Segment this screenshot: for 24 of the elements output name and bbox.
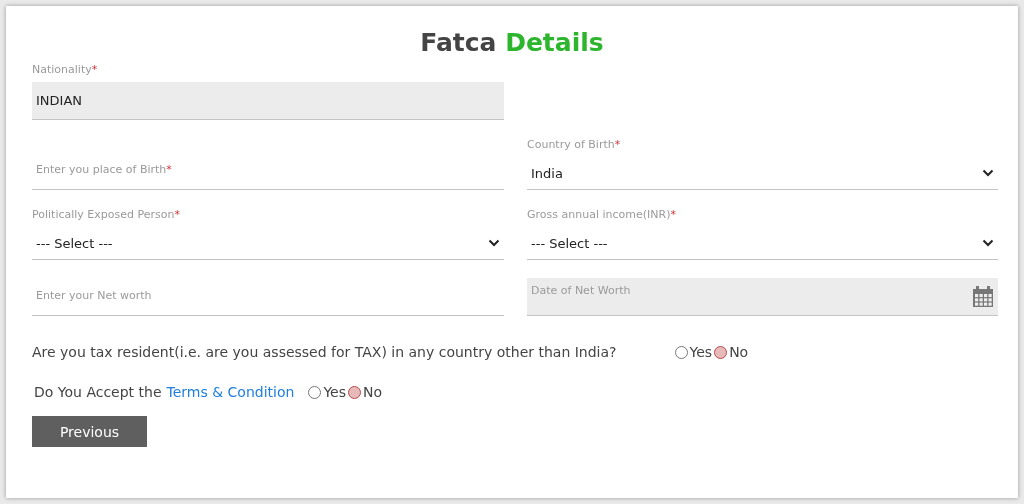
field-label: Politically Exposed Person*: [32, 208, 181, 221]
chevron-down-icon: [488, 239, 500, 247]
radio-button[interactable]: [714, 345, 728, 359]
dropdown[interactable]: --- Select ---: [32, 227, 504, 260]
previous-button[interactable]: Previous: [32, 416, 147, 447]
radio-button[interactable]: [308, 385, 322, 399]
radio-label: Yes: [689, 344, 713, 360]
radio-label: Yes: [323, 384, 346, 400]
field-label: Country of Birth*: [527, 138, 622, 151]
dropdown[interactable]: --- Select ---: [527, 227, 998, 260]
radio-label: No: [729, 344, 749, 360]
dropdown[interactable]: India: [527, 157, 998, 190]
radio-label: No: [363, 384, 383, 400]
field-label: Gross annual income(INR)*: [527, 208, 677, 221]
page-title: Fatca Details: [419, 28, 605, 57]
question-text: Are you tax resident(i.e. are you assessed for TAX) in any country other than India?: [32, 344, 617, 360]
radio-button[interactable]: [348, 385, 361, 399]
field-label: Nationality*: [32, 63, 99, 76]
chevron-down-icon: [982, 239, 994, 247]
input-field[interactable]: Enter you place of Birth*: [32, 157, 504, 190]
terms-link[interactable]: Terms & Condition: [166, 384, 295, 400]
question-text: Do You Accept the: [34, 384, 162, 400]
chevron-down-icon: [982, 169, 994, 177]
radio-button[interactable]: [674, 345, 688, 359]
